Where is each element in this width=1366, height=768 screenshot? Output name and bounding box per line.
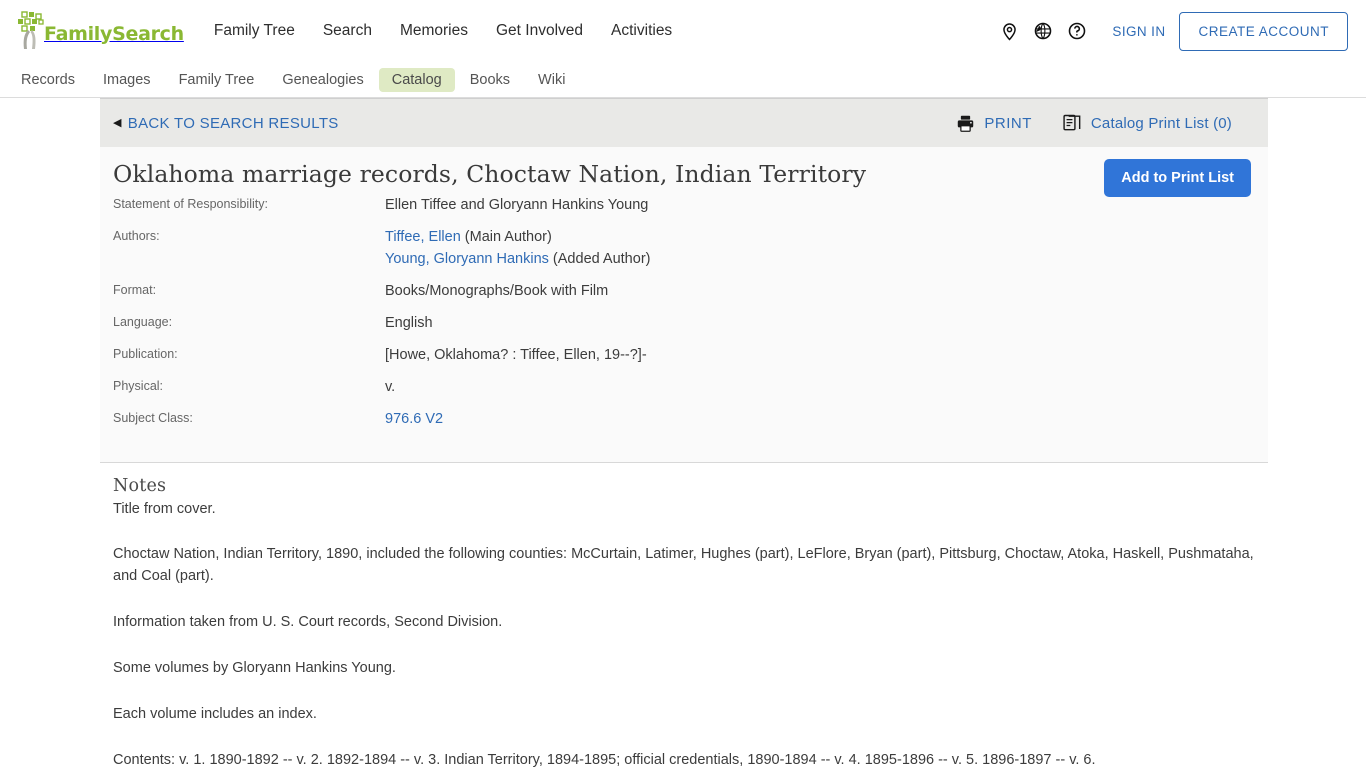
- nav-item-activities[interactable]: Activities: [597, 16, 686, 46]
- sign-in-link[interactable]: SIGN IN: [1094, 18, 1179, 45]
- meta-value: English: [385, 315, 433, 331]
- author-line: Tiffee, Ellen (Main Author): [385, 226, 650, 248]
- nav-item-family-tree[interactable]: Family Tree: [206, 16, 309, 46]
- brand-name: FamilySearch: [44, 22, 184, 45]
- subnav-item-genealogies[interactable]: Genealogies: [269, 68, 376, 92]
- familysearch-logo[interactable]: FamilySearch: [14, 9, 184, 53]
- meta-row-publication: Publication: [Howe, Oklahoma? : Tiffee, …: [100, 344, 1268, 366]
- print-list-icon[interactable]: [1062, 113, 1082, 133]
- meta-value: Books/Monographs/Book with Film: [385, 283, 609, 299]
- subnav-item-family-tree[interactable]: Family Tree: [166, 68, 268, 92]
- add-to-print-list-button[interactable]: Add to Print List: [1104, 159, 1251, 197]
- printer-icon[interactable]: [956, 115, 975, 132]
- top-header: FamilySearch Family Tree Search Memories…: [0, 0, 1366, 62]
- meta-label: Physical:: [113, 379, 164, 393]
- notes-section: Notes Title from cover. Choctaw Nation, …: [100, 463, 1268, 768]
- nav-item-get-involved[interactable]: Get Involved: [482, 16, 597, 46]
- author-role-added: (Added Author): [548, 251, 651, 267]
- content-panel: ◀ BACK TO SEARCH RESULTS PRINT Catalog P…: [100, 98, 1268, 768]
- author-line: Young, Gloryann Hankins (Added Author): [385, 248, 650, 270]
- meta-label: Authors:: [113, 229, 160, 243]
- back-to-search-results-link[interactable]: ◀ BACK TO SEARCH RESULTS: [113, 115, 339, 132]
- note-paragraph: Each volume includes an index.: [113, 706, 317, 722]
- page-body: ◀ BACK TO SEARCH RESULTS PRINT Catalog P…: [0, 98, 1366, 768]
- subnav-item-catalog[interactable]: Catalog: [378, 67, 455, 92]
- meta-value: v.: [385, 379, 396, 395]
- meta-row-authors: Authors: Tiffee, Ellen (Main Author) You…: [100, 226, 1268, 270]
- author-link-main[interactable]: Tiffee, Ellen: [385, 229, 461, 245]
- meta-label: Language:: [113, 315, 173, 329]
- catalog-print-list-link[interactable]: Catalog Print List (0): [1091, 115, 1232, 132]
- meta-value-authors: Tiffee, Ellen (Main Author) Young, Glory…: [385, 226, 650, 270]
- help-circle-icon[interactable]: [1060, 14, 1094, 48]
- note-paragraph: Contents: v. 1. 1890-1892 -- v. 2. 1892-…: [113, 752, 1096, 768]
- page-title: Oklahoma marriage records, Choctaw Natio…: [113, 160, 867, 188]
- back-caret-icon: ◀: [113, 116, 122, 129]
- meta-value: Ellen Tiffee and Gloryann Hankins Young: [385, 197, 649, 213]
- create-account-button[interactable]: CREATE ACCOUNT: [1179, 11, 1348, 51]
- meta-row-physical: Physical: v.: [100, 376, 1268, 398]
- note-paragraph: Title from cover.: [113, 501, 216, 517]
- note-paragraph: Some volumes by Gloryann Hankins Young.: [113, 660, 396, 676]
- meta-label: Format:: [113, 283, 157, 297]
- notes-heading: Notes: [113, 476, 167, 496]
- author-role-main: (Main Author): [460, 229, 552, 245]
- meta-value: [Howe, Oklahoma? : Tiffee, Ellen, 19--?]…: [385, 347, 647, 363]
- header-actions: SIGN IN CREATE ACCOUNT: [992, 11, 1348, 51]
- meta-row-format: Format: Books/Monographs/Book with Film: [100, 280, 1268, 302]
- record-metadata: Oklahoma marriage records, Choctaw Natio…: [100, 147, 1268, 463]
- meta-label: Publication:: [113, 347, 178, 361]
- nav-item-search[interactable]: Search: [309, 16, 386, 46]
- print-link[interactable]: PRINT: [984, 115, 1032, 132]
- secondary-nav: Records Images Family Tree Genealogies C…: [0, 62, 1366, 98]
- meta-row-subject-class: Subject Class: 976.6 V2: [100, 408, 1268, 430]
- record-toolbar: ◀ BACK TO SEARCH RESULTS PRINT Catalog P…: [100, 98, 1268, 147]
- note-paragraph: Choctaw Nation, Indian Territory, 1890, …: [113, 546, 1254, 584]
- subnav-item-records[interactable]: Records: [8, 68, 88, 92]
- globe-icon[interactable]: [1026, 14, 1060, 48]
- meta-label: Subject Class:: [113, 411, 193, 425]
- family-tree-logo-icon: [14, 11, 48, 51]
- note-paragraph: Information taken from U. S. Court recor…: [113, 614, 503, 630]
- nav-item-memories[interactable]: Memories: [386, 16, 482, 46]
- subnav-item-wiki[interactable]: Wiki: [525, 68, 578, 92]
- meta-value-subject-class: 976.6 V2: [385, 408, 443, 430]
- meta-row-language: Language: English: [100, 312, 1268, 334]
- meta-label: Statement of Responsibility:: [113, 197, 268, 211]
- map-pin-icon[interactable]: [992, 14, 1026, 48]
- subnav-item-books[interactable]: Books: [457, 68, 523, 92]
- primary-nav: Family Tree Search Memories Get Involved…: [206, 16, 686, 46]
- subnav-item-images[interactable]: Images: [90, 68, 164, 92]
- meta-row-statement-of-responsibility: Statement of Responsibility: Ellen Tiffe…: [100, 194, 1268, 216]
- author-link-added[interactable]: Young, Gloryann Hankins: [385, 251, 549, 267]
- subject-class-link[interactable]: 976.6 V2: [385, 411, 443, 427]
- print-tools: PRINT Catalog Print List (0): [956, 113, 1232, 133]
- back-link-label: BACK TO SEARCH RESULTS: [127, 114, 339, 132]
